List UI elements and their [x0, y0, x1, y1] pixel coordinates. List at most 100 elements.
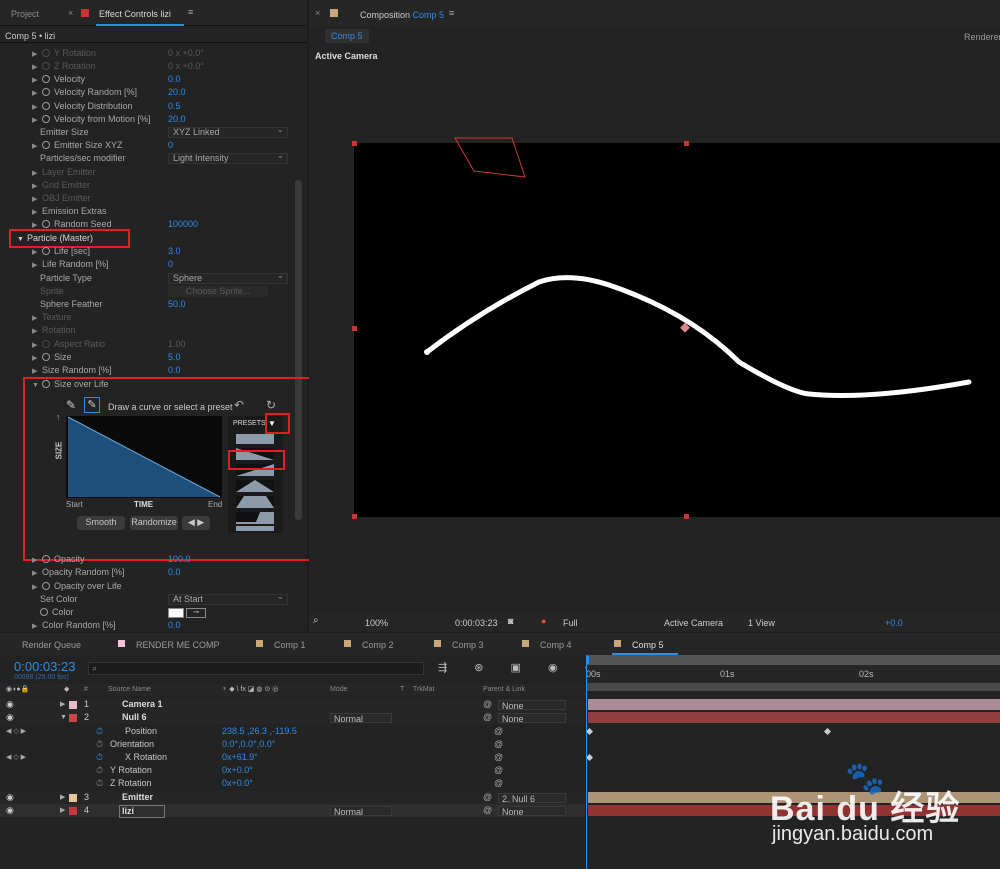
stopwatch-icon[interactable]	[42, 75, 50, 83]
effect-row-value[interactable]: 0 x +0.0°	[168, 60, 204, 73]
effect-row-value[interactable]: 0.0	[168, 73, 181, 86]
size-random-value[interactable]: 0.0	[168, 364, 181, 377]
expression-pickwhip-icon[interactable]: @	[494, 777, 503, 790]
magnifier-icon[interactable]: ⌕	[313, 615, 319, 626]
keyframe-nav-icon[interactable]: ◀ ◇ ▶	[6, 725, 26, 738]
life-random-row[interactable]: ▶ Life Random [%]	[32, 258, 109, 271]
set-color-dropdown[interactable]: At Start	[168, 592, 288, 605]
mode-header[interactable]: Mode	[330, 686, 348, 693]
parent-pickwhip-icon[interactable]: @	[483, 791, 492, 804]
grid-emitter-row[interactable]: ▶ Grid Emitter	[32, 179, 90, 192]
color-random-value[interactable]: 0.0	[168, 619, 181, 632]
timeline-search-input[interactable]: ⌕	[88, 662, 424, 675]
quality-dropdown[interactable]: Full	[563, 618, 578, 628]
layer-name[interactable]: Camera 1	[122, 698, 163, 711]
property-value[interactable]: 0x+0.0°	[222, 777, 253, 790]
rotation-row[interactable]: ▶ Rotation	[32, 324, 76, 337]
parent-dropdown[interactable]: None	[498, 806, 566, 817]
keyframe-xrotation[interactable]	[585, 753, 594, 762]
expression-pickwhip-icon[interactable]: @	[494, 738, 503, 751]
size-value[interactable]: 5.0	[168, 351, 181, 364]
label-color[interactable]	[69, 794, 77, 802]
comp-viewer[interactable]	[309, 62, 1000, 610]
effect-row-value[interactable]: 0 x +0.0°	[168, 47, 204, 60]
parent-header[interactable]: Parent & Link	[483, 686, 525, 693]
bottom-tab[interactable]: Comp 2	[362, 640, 394, 650]
panel-menu-icon[interactable]: ≡	[188, 7, 193, 17]
expand-arrow-icon[interactable]: ▶	[60, 791, 65, 804]
effect-row-value[interactable]: 20.0	[168, 113, 186, 126]
property-value[interactable]: 0.0°,0.0°,0.0°	[222, 738, 275, 751]
property-row[interactable]: ⏱ Orientation 0.0°,0.0°,0.0° @	[0, 738, 585, 751]
property-row[interactable]: ⏱ Y Rotation 0x+0.0° @	[0, 764, 585, 777]
layer-track-bar[interactable]	[588, 699, 1000, 710]
emission-extras-row[interactable]: ▶ Emission Extras	[32, 205, 107, 218]
color-swatch[interactable]	[168, 608, 184, 618]
sphere-feather-value[interactable]: 50.0	[168, 298, 186, 311]
expand-arrow-icon[interactable]: ▶	[60, 698, 65, 711]
aspect-ratio-row[interactable]: ▶ Aspect Ratio	[32, 338, 105, 351]
effect-row[interactable]: ▶ Z Rotation	[32, 60, 96, 73]
stopwatch-icon[interactable]: ⏱	[96, 764, 103, 777]
expression-pickwhip-icon[interactable]: @	[494, 725, 503, 738]
layer-name[interactable]: lizi	[119, 805, 166, 818]
layer-name[interactable]: Null 6	[122, 711, 147, 724]
opacity-value[interactable]: 100.0	[168, 553, 191, 566]
playhead[interactable]	[586, 655, 587, 869]
property-value[interactable]: 238.5 ,26.3 ,-119.5	[222, 725, 297, 738]
bottom-tab[interactable]: Comp 4	[540, 640, 572, 650]
parent-dropdown[interactable]: None	[498, 713, 566, 724]
stopwatch-icon[interactable]: ⏱	[96, 738, 103, 751]
opacity-random-row[interactable]: ▶ Opacity Random [%]	[32, 566, 125, 579]
stopwatch-icon[interactable]	[42, 88, 50, 96]
texture-row[interactable]: ▶ Texture	[32, 311, 72, 324]
project-tab[interactable]: Project	[11, 9, 39, 19]
layer-row[interactable]: ◉ ▶ 3 Emitter @2. Null 6	[0, 791, 585, 804]
lock-icon[interactable]	[81, 9, 89, 17]
effect-row[interactable]: ▶ Velocity from Motion [%]	[32, 113, 151, 126]
stopwatch-icon[interactable]: ⏱	[96, 725, 103, 738]
emitter-size-xyz-row[interactable]: ▶ Emitter Size XYZ	[32, 139, 123, 152]
label-color[interactable]	[69, 807, 77, 815]
stopwatch-icon[interactable]	[42, 62, 50, 70]
mode-dropdown[interactable]: Normal	[330, 713, 392, 724]
stopwatch-icon[interactable]: ⏱	[96, 777, 103, 790]
size-random-row[interactable]: ▶ Size Random [%]	[32, 364, 112, 377]
eye-icon[interactable]: ◉	[6, 698, 14, 711]
parent-dropdown[interactable]: None	[498, 700, 566, 711]
effect-controls-tab[interactable]: Effect Controls lizi	[99, 9, 171, 19]
parent-dropdown[interactable]: 2. Null 6	[498, 793, 566, 804]
layer-row[interactable]: ◉ ▶ 1 Camera 1 @ None	[0, 698, 585, 711]
color-channels-icon[interactable]: ●	[541, 616, 546, 626]
emitter-size-dropdown[interactable]: XYZ Linked	[168, 125, 288, 138]
opacity-row[interactable]: ▶ Opacity	[32, 553, 85, 566]
parent-pickwhip-icon[interactable]: @	[483, 711, 492, 724]
opacity-over-life-row[interactable]: ▶ Opacity over Life	[32, 580, 122, 593]
stopwatch-icon[interactable]	[42, 49, 50, 57]
effect-row-value[interactable]: 20.0	[168, 86, 186, 99]
effect-row[interactable]: ▶ Y Rotation	[32, 47, 96, 60]
parent-pickwhip-icon[interactable]: @	[483, 698, 492, 711]
obj-emitter-row[interactable]: ▶ OBJ Emitter	[32, 192, 91, 205]
layer-row[interactable]: ◉ ▼ 2 Null 6 Normal @ None	[0, 711, 585, 724]
bottom-tab[interactable]: Render Queue	[22, 640, 81, 650]
source-name-header[interactable]: Source Name	[108, 686, 151, 693]
property-row[interactable]: ◀ ◇ ▶ ⏱ X Rotation 0x+61.9° @	[0, 751, 585, 764]
label-color[interactable]	[69, 714, 77, 722]
choose-sprite-button[interactable]: Choose Sprite...	[168, 286, 268, 297]
eye-icon[interactable]: ◉	[6, 711, 14, 724]
layer-track-bar[interactable]	[588, 712, 1000, 723]
keyframe-position-start[interactable]	[585, 727, 594, 736]
bottom-tab[interactable]: Comp 1	[274, 640, 306, 650]
panel-menu-icon[interactable]: ≡	[449, 8, 454, 18]
random-seed-value[interactable]: 100000	[168, 218, 198, 231]
color-random-row[interactable]: ▶ Color Random [%]	[32, 619, 116, 632]
opacity-random-value[interactable]: 0.0	[168, 566, 181, 579]
expression-pickwhip-icon[interactable]: @	[494, 764, 503, 777]
eye-icon[interactable]: ◉	[6, 804, 14, 817]
eye-icon[interactable]: ◉	[6, 791, 14, 804]
stopwatch-icon[interactable]	[42, 102, 50, 110]
exposure-value[interactable]: +0.0	[885, 618, 903, 628]
timecode-readout[interactable]: 0:00:03:23	[455, 618, 498, 628]
effect-row[interactable]: ▶ Velocity Distribution	[32, 100, 133, 113]
